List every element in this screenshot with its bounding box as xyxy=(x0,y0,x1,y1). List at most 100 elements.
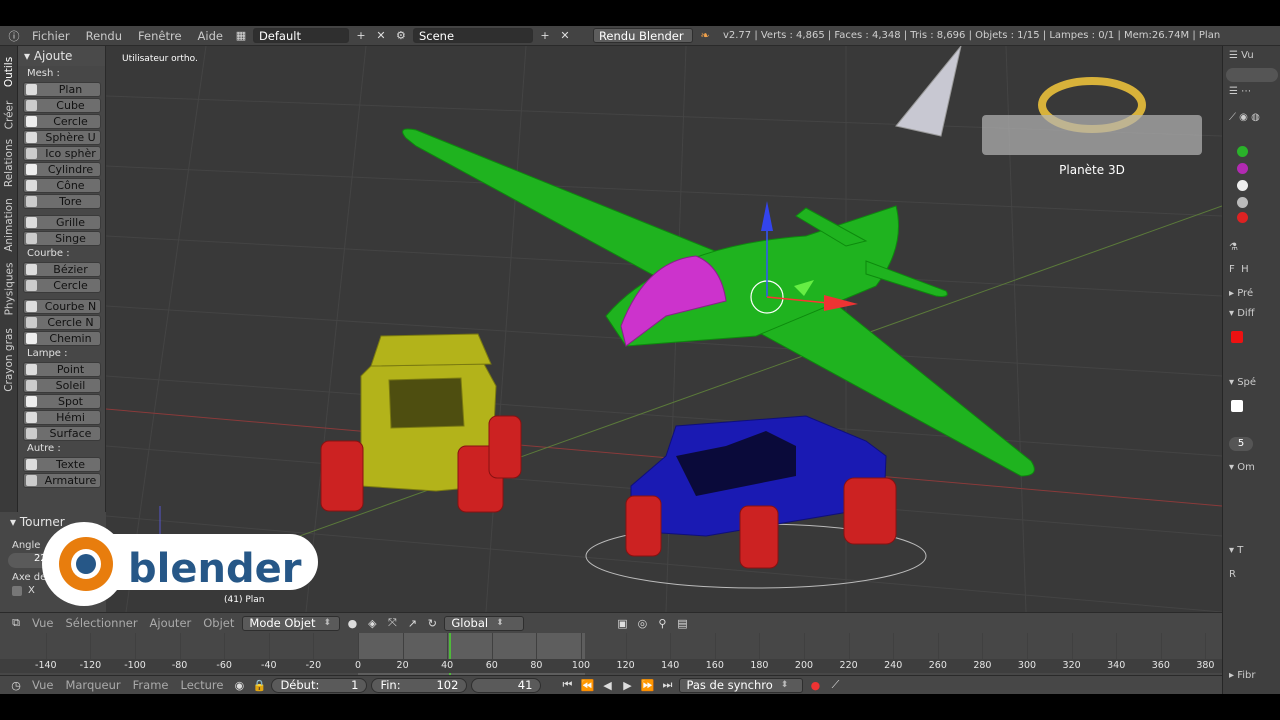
add-grille-button[interactable]: Grille xyxy=(23,215,101,230)
panel-fibers[interactable]: ▸ Fibr xyxy=(1229,670,1255,681)
hardness-field[interactable]: 5 xyxy=(1229,437,1253,451)
tl-frame-menu[interactable]: Frame xyxy=(129,678,173,692)
proportional-icon[interactable]: ◎ xyxy=(634,616,650,631)
scene-field[interactable]: Scene xyxy=(412,28,533,43)
tl-playback-menu[interactable]: Lecture xyxy=(176,678,227,692)
editor-type-icon[interactable]: ⧉ xyxy=(8,616,24,631)
add-menu[interactable]: Ajouter xyxy=(146,616,196,630)
props-tab-icons[interactable]: ☰ ⋯ xyxy=(1229,86,1251,97)
material-slot-magenta[interactable] xyxy=(1237,163,1248,174)
timeline[interactable]: -140 -120 -100 -80 -60 -40 -20 0 20 40 60 80 100 120 1… xyxy=(0,633,1222,675)
select-menu[interactable]: Sélectionner xyxy=(61,616,141,630)
add-soleil-button[interactable]: Soleil xyxy=(23,378,101,393)
menu-rendu[interactable]: Rendu xyxy=(80,29,128,43)
add-surface-button[interactable]: Surface xyxy=(23,426,101,441)
panel-specular[interactable]: ▾ Spé xyxy=(1229,377,1256,388)
add-tore-button[interactable]: Tore xyxy=(23,194,101,209)
shelf-header[interactable]: ▾ Ajoute xyxy=(18,46,105,66)
render-icon[interactable]: ▤ xyxy=(674,616,690,631)
add-singe-button[interactable]: Singe xyxy=(23,231,101,246)
current-frame-field[interactable]: 41 xyxy=(471,677,542,693)
material-slot-green[interactable] xyxy=(1237,146,1248,157)
shading-icon[interactable]: ● xyxy=(344,616,360,631)
add-sph-re-u-button[interactable]: Sphère U xyxy=(23,130,101,145)
add-h-mi-button[interactable]: Hémi xyxy=(23,410,101,425)
specular-color-swatch[interactable] xyxy=(1231,400,1243,412)
add-armature-button[interactable]: Armature xyxy=(23,473,101,488)
add-layout-icon[interactable]: + xyxy=(353,28,369,43)
add-ico-sph-r-button[interactable]: Ico sphèr xyxy=(23,146,101,161)
add-texte-button[interactable]: Texte xyxy=(23,457,101,472)
add-cercle-button[interactable]: Cercle xyxy=(23,278,101,293)
lock-icon[interactable]: ▣ xyxy=(614,616,630,631)
tl-view-menu[interactable]: Vue xyxy=(28,678,57,692)
jump-end-icon[interactable]: ⏭ xyxy=(659,678,675,693)
sync-select[interactable]: Pas de synchro ⬍ xyxy=(679,677,804,693)
pivot-icon[interactable]: ◈ xyxy=(364,616,380,631)
render-engine-select[interactable]: Rendu Blender xyxy=(592,28,693,43)
add-scene-icon[interactable]: + xyxy=(537,28,553,43)
panel-transparency[interactable]: ▾ T xyxy=(1229,545,1243,556)
jump-key-forward-icon[interactable]: ⏩ xyxy=(639,678,655,693)
info-editor-icon[interactable]: ⓘ xyxy=(6,28,22,43)
timeline-editor-icon[interactable]: ◷ xyxy=(8,678,24,693)
view-menu[interactable]: Vue xyxy=(28,616,57,630)
add-cercle-n-button[interactable]: Cercle N xyxy=(23,315,101,330)
add-spot-button[interactable]: Spot xyxy=(23,394,101,409)
add-b-zier-button[interactable]: Bézier xyxy=(23,262,101,277)
add-chemin-button[interactable]: Chemin xyxy=(23,331,101,346)
scene-icon[interactable]: ⚙ xyxy=(393,28,409,43)
tab-physiques[interactable]: Physiques xyxy=(0,260,18,318)
keying-set-icon[interactable]: ⟋ xyxy=(827,678,843,693)
add-point-button[interactable]: Point xyxy=(23,362,101,377)
tab-relations[interactable]: Relations xyxy=(0,136,18,190)
manipulator-icon[interactable]: ⤧ xyxy=(384,616,400,631)
jump-key-back-icon[interactable]: ⏪ xyxy=(579,678,595,693)
mode-select[interactable]: Mode Objet ⬍ xyxy=(242,615,341,631)
menu-fenetre[interactable]: Fenêtre xyxy=(132,29,187,43)
lock-frame-icon[interactable]: 🔒 xyxy=(251,678,267,693)
props-context-icons[interactable]: ⟋ ◉ ◍ xyxy=(1229,112,1260,123)
autokey-record-icon[interactable]: ● xyxy=(807,678,823,693)
object-menu[interactable]: Objet xyxy=(199,616,238,630)
tab-animation[interactable]: Animation xyxy=(0,194,18,256)
properties-search[interactable] xyxy=(1226,68,1278,82)
layer-buttons-a[interactable] xyxy=(528,623,567,624)
properties-header-icon[interactable]: ☰ Vu xyxy=(1229,50,1254,61)
play-reverse-icon[interactable]: ◀ xyxy=(599,678,615,693)
add-cercle-button[interactable]: Cercle xyxy=(23,114,101,129)
add-courbe-n-button[interactable]: Courbe N xyxy=(23,299,101,314)
menu-fichier[interactable]: Fichier xyxy=(26,29,76,43)
remove-scene-icon[interactable]: ✕ xyxy=(557,28,573,43)
add-c-ne-button[interactable]: Cône xyxy=(23,178,101,193)
raytrace-toggle[interactable]: R xyxy=(1229,569,1236,580)
add-cylindre-button[interactable]: Cylindre xyxy=(23,162,101,177)
panel-shading[interactable]: ▾ Om xyxy=(1229,462,1255,473)
remove-layout-icon[interactable]: ✕ xyxy=(373,28,389,43)
menu-aide[interactable]: Aide xyxy=(192,29,229,43)
panel-preview[interactable]: ▸ Pré xyxy=(1229,288,1253,299)
add-cube-button[interactable]: Cube xyxy=(23,98,101,113)
layout-field[interactable]: Default xyxy=(252,28,349,43)
end-frame-field[interactable]: Fin: 102 xyxy=(371,677,468,693)
layer-buttons-b[interactable] xyxy=(571,623,610,624)
material-slot-red[interactable] xyxy=(1237,212,1248,223)
material-slot-grey[interactable] xyxy=(1237,197,1248,208)
tab-creer[interactable]: Créer xyxy=(0,98,18,132)
translate-icon[interactable]: ↗ xyxy=(404,616,420,631)
layout-grid-icon[interactable]: ▦ xyxy=(233,28,249,43)
start-frame-field[interactable]: Début: 1 xyxy=(271,677,368,693)
material-slot-white[interactable] xyxy=(1237,180,1248,191)
tab-outils[interactable]: Outils xyxy=(0,50,18,94)
orientation-select[interactable]: Global ⬍ xyxy=(444,615,525,631)
tab-crayon-gras[interactable]: Crayon gras xyxy=(0,322,18,398)
record-icon[interactable]: ◉ xyxy=(231,678,247,693)
jump-start-icon[interactable]: ⏮ xyxy=(559,678,575,693)
rotate-icon[interactable]: ↻ xyxy=(424,616,440,631)
add-plan-button[interactable]: Plan xyxy=(23,82,101,97)
tl-marker-menu[interactable]: Marqueur xyxy=(61,678,124,692)
snap-icon[interactable]: ⚲ xyxy=(654,616,670,631)
play-icon[interactable]: ▶ xyxy=(619,678,635,693)
diffuse-color-swatch[interactable] xyxy=(1231,331,1243,343)
material-node-icon[interactable]: ⚗ xyxy=(1229,242,1238,253)
